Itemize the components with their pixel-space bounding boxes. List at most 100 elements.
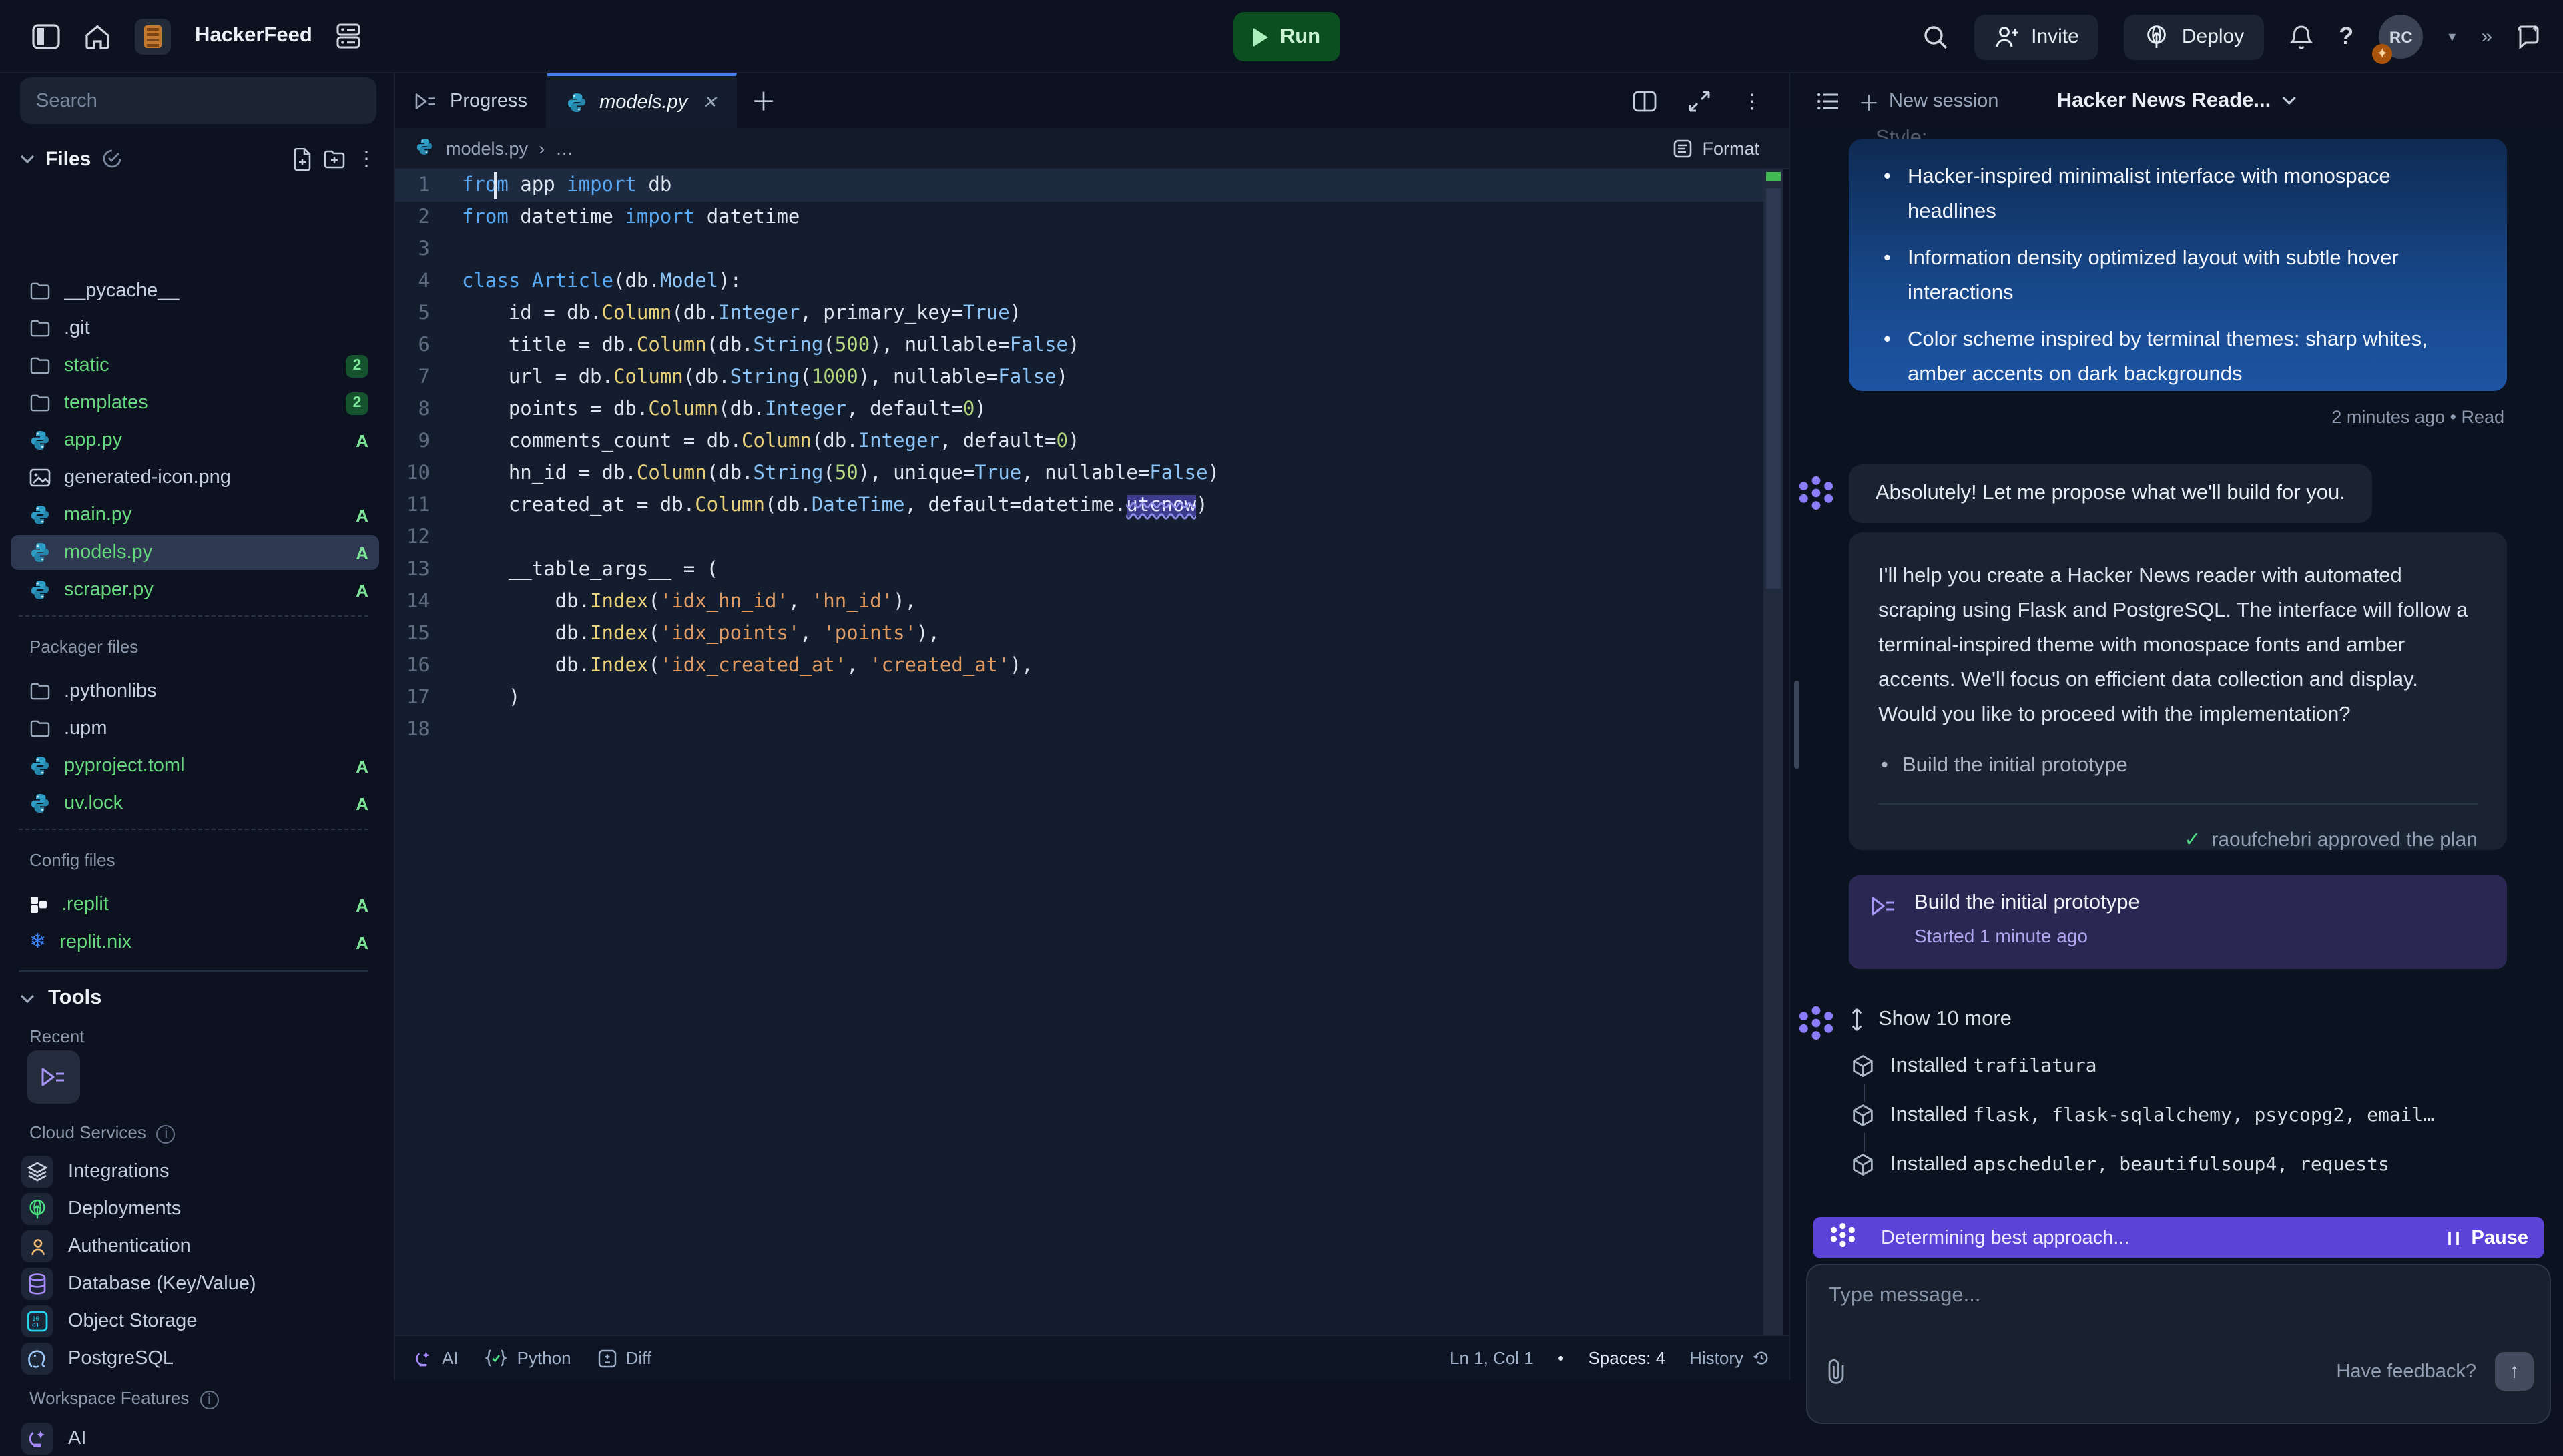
account-chevron-icon[interactable]: ▾	[2448, 28, 2456, 45]
code-editor[interactable]: 1from app import db2from datetime import…	[395, 169, 1763, 1335]
file-row--git[interactable]: .git	[11, 311, 379, 346]
file-row--upm[interactable]: .upm	[11, 711, 379, 746]
file-row--pythonlibs[interactable]: .pythonlibs	[11, 674, 379, 709]
statusbar-history[interactable]: History	[1689, 1348, 1770, 1368]
format-button[interactable]: Format	[1673, 138, 1759, 158]
file-row-main-py[interactable]: main.pyA	[11, 498, 379, 532]
file-row-generated-icon-png[interactable]: generated-icon.png	[11, 460, 379, 495]
invite-button[interactable]: Invite	[1974, 14, 2099, 59]
code-line-8[interactable]: 8 points = db.Column(db.Integer, default…	[395, 394, 1763, 426]
session-title-dropdown[interactable]: Hacker News Reade...	[2057, 89, 2297, 113]
code-line-11[interactable]: 11 created_at = db.Column(db.DateTime, d…	[395, 490, 1763, 522]
code-line-5[interactable]: 5 id = db.Column(db.Integer, primary_key…	[395, 298, 1763, 330]
sidebar-item-database-key-value-[interactable]: Database (Key/Value)	[11, 1266, 379, 1301]
statusbar-diff[interactable]: Diff	[598, 1348, 652, 1368]
info-icon[interactable]: i	[200, 1391, 218, 1409]
message-input[interactable]: Type message... Have feedback? ↑	[1806, 1264, 2551, 1424]
statusbar-spaces[interactable]: Spaces: 4	[1588, 1348, 1665, 1368]
code-line-17[interactable]: 17 )	[395, 682, 1763, 714]
search-icon[interactable]	[1922, 23, 1948, 50]
code-line-7[interactable]: 7 url = db.Column(db.String(1000), nulla…	[395, 362, 1763, 394]
code-line-9[interactable]: 9 comments_count = db.Column(db.Integer,…	[395, 426, 1763, 458]
chat-new-icon[interactable]	[2515, 23, 2542, 50]
notifications-bell-icon[interactable]	[2289, 23, 2313, 50]
files-header-label: Files	[45, 147, 91, 170]
python-icon	[414, 135, 435, 161]
search-input[interactable]: Search	[20, 77, 376, 124]
session-list-icon[interactable]	[1817, 91, 1839, 110]
editor-menu-kebab-icon[interactable]: ⋮	[1742, 89, 1762, 113]
file-name: .upm	[64, 718, 368, 739]
attach-paperclip-icon[interactable]	[1826, 1359, 1846, 1384]
show-more-button[interactable]: Show 10 more	[1849, 1008, 2012, 1032]
chevron-down-icon[interactable]	[20, 154, 35, 163]
code-line-18[interactable]: 18	[395, 714, 1763, 746]
code-line-12[interactable]: 12	[395, 522, 1763, 554]
code-line-16[interactable]: 16 db.Index('idx_created_at', 'created_a…	[395, 650, 1763, 682]
file-row-uv-lock[interactable]: uv.lockA	[11, 786, 379, 821]
files-menu-kebab-icon[interactable]: ⋮	[356, 147, 376, 171]
new-file-icon[interactable]	[292, 147, 312, 170]
sidebar-item-authentication[interactable]: Authentication	[11, 1229, 379, 1264]
code-line-13[interactable]: 13 __table_args__ = (	[395, 554, 1763, 586]
send-button[interactable]: ↑	[2495, 1352, 2534, 1391]
user-message-bubble: Hacker-inspired minimalist interface wit…	[1849, 139, 2507, 391]
task-progress-card[interactable]: Build the initial prototype Started 1 mi…	[1849, 875, 2507, 969]
code-line-3[interactable]: 3	[395, 234, 1763, 266]
tools-section-header[interactable]: Tools	[20, 986, 101, 1010]
file-row--replit[interactable]: .replitA	[11, 887, 379, 922]
info-icon[interactable]: i	[157, 1125, 176, 1144]
recent-tool-terminal-button[interactable]	[27, 1050, 80, 1104]
new-tab-button[interactable]: ＋	[737, 73, 790, 128]
avatar[interactable]: RC ✦	[2379, 15, 2423, 59]
file-row--pycache-[interactable]: __pycache__	[11, 274, 379, 308]
scrollbar-thumb[interactable]	[1766, 188, 1781, 589]
help-icon[interactable]: ?	[2339, 23, 2353, 51]
check-circle-icon[interactable]	[101, 148, 123, 169]
tab-models-py[interactable]: models.py ✕	[547, 73, 737, 128]
statusbar-ai[interactable]: AI	[414, 1348, 459, 1368]
line-number: 8	[395, 394, 462, 426]
sidebar-item-object-storage[interactable]: 1001Object Storage	[11, 1304, 379, 1339]
server-grid-icon[interactable]	[336, 23, 360, 49]
sidebar-item-deployments[interactable]: Deployments	[11, 1192, 379, 1226]
tab-progress[interactable]: Progress	[395, 73, 547, 128]
deploy-button[interactable]: Deploy	[2124, 14, 2264, 59]
pause-button[interactable]: Pause	[2448, 1227, 2528, 1248]
code-line-4[interactable]: 4class Article(db.Model):	[395, 266, 1763, 298]
collapse-panel-icon[interactable]: »	[2481, 25, 2490, 48]
code-line-1[interactable]: 1from app import db	[395, 169, 1763, 202]
sidebar-item-postgresql[interactable]: PostgreSQL	[11, 1341, 379, 1376]
editor-scrollbar[interactable]	[1763, 169, 1783, 1335]
statusbar-cursor-position[interactable]: Ln 1, Col 1	[1450, 1348, 1534, 1368]
file-row-scraper-py[interactable]: scraper.pyA	[11, 573, 379, 607]
code-line-14[interactable]: 14 db.Index('idx_hn_id', 'hn_id'),	[395, 586, 1763, 618]
expand-pane-icon[interactable]	[1689, 90, 1710, 111]
code-line-10[interactable]: 10 hn_id = db.Column(db.String(50), uniq…	[395, 458, 1763, 490]
code-line-6[interactable]: 6 title = db.Column(db.String(500), null…	[395, 330, 1763, 362]
statusbar-language[interactable]: Python	[485, 1348, 571, 1368]
run-button[interactable]: Run	[1233, 12, 1340, 61]
feedback-link[interactable]: Have feedback?	[2336, 1361, 2476, 1382]
file-row-templates[interactable]: templates2	[11, 386, 379, 420]
file-row-pyproject-toml[interactable]: pyproject.tomlA	[11, 749, 379, 783]
file-row-replit-nix[interactable]: ❄replit.nixA	[11, 925, 379, 960]
breadcrumb-file[interactable]: models.py	[446, 138, 528, 158]
code-line-15[interactable]: 15 db.Index('idx_points', 'points'),	[395, 618, 1763, 650]
sidebar-item-ai[interactable]: AI	[11, 1421, 379, 1456]
new-session-button[interactable]: ＋ New session	[1858, 85, 1998, 117]
close-tab-icon[interactable]: ✕	[702, 91, 717, 113]
file-row-app-py[interactable]: app.pyA	[11, 423, 379, 458]
sidebar-toggle-icon[interactable]	[32, 23, 60, 49]
panel-scrollbar-thumb[interactable]	[1794, 681, 1799, 769]
breadcrumb-more[interactable]: …	[555, 138, 573, 158]
new-folder-icon[interactable]	[323, 149, 346, 169]
file-row-static[interactable]: static2	[11, 348, 379, 383]
split-editor-icon[interactable]	[1633, 90, 1657, 111]
file-name: main.py	[64, 504, 342, 526]
home-icon[interactable]	[84, 23, 111, 49]
app-icon[interactable]	[135, 18, 171, 54]
sidebar-item-integrations[interactable]: Integrations	[11, 1154, 379, 1189]
file-row-models-py[interactable]: models.pyA	[11, 535, 379, 570]
code-line-2[interactable]: 2from datetime import datetime	[395, 202, 1763, 234]
